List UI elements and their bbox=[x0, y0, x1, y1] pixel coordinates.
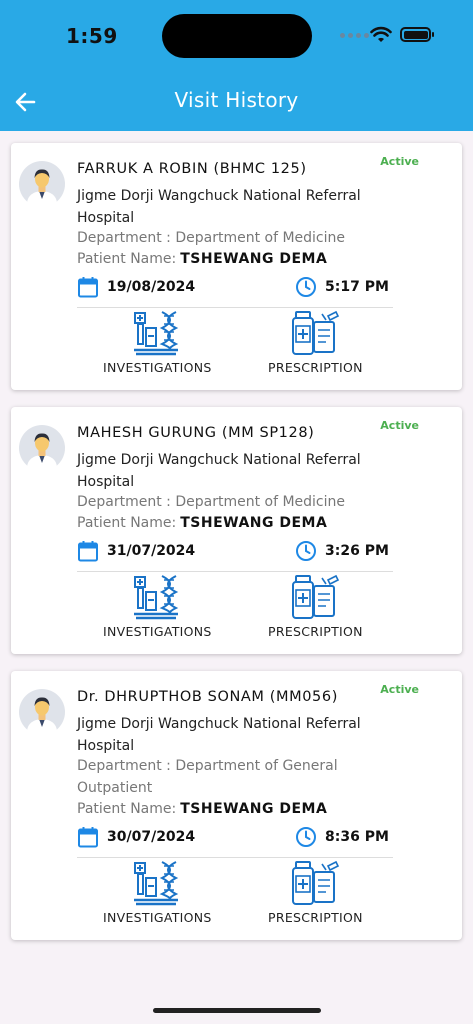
visit-date: 30/07/2024 bbox=[77, 826, 195, 848]
app-header: 1:59 Visit History bbox=[0, 0, 473, 131]
patient-prefix: Patient Name: bbox=[77, 801, 177, 817]
doctor-avatar-icon bbox=[19, 689, 65, 735]
hospital-name: Jigme Dorji Wangchuck National Referral … bbox=[77, 188, 361, 226]
clock-icon bbox=[296, 277, 316, 297]
visit-card[interactable]: Active MAHESH GURUNG (MM SP128) Jigme Do… bbox=[11, 407, 462, 654]
doctor-name: Dr. DHRUPTHOB SONAM (MM056) bbox=[77, 689, 338, 705]
prescription-label: PRESCRIPTION bbox=[268, 624, 363, 639]
time-text: 3:26 PM bbox=[325, 543, 389, 559]
doctor-avatar-icon bbox=[19, 425, 65, 471]
investigations-button[interactable]: INVESTIGATIONS bbox=[103, 310, 212, 375]
prescription-button[interactable]: PRESCRIPTION bbox=[268, 860, 363, 925]
investigations-button[interactable]: INVESTIGATIONS bbox=[103, 860, 212, 925]
department: Department : Department of Medicine bbox=[77, 491, 397, 513]
visit-datetime: 31/07/2024 3:26 PM bbox=[77, 540, 393, 566]
prescription-button[interactable]: PRESCRIPTION bbox=[268, 574, 363, 639]
investigations-button[interactable]: INVESTIGATIONS bbox=[103, 574, 212, 639]
department-prefix: Department : bbox=[77, 494, 176, 510]
lab-dna-icon bbox=[134, 861, 179, 906]
dynamic-island bbox=[162, 14, 312, 58]
visit-datetime: 30/07/2024 8:36 PM bbox=[77, 826, 393, 852]
calendar-icon bbox=[78, 541, 98, 562]
visit-time: 8:36 PM bbox=[295, 826, 389, 848]
investigations-label: INVESTIGATIONS bbox=[103, 624, 212, 639]
time-text: 5:17 PM bbox=[325, 279, 389, 295]
time-text: 8:36 PM bbox=[325, 829, 389, 845]
divider bbox=[77, 307, 393, 308]
patient-name: Patient Name: TSHEWANG DEMA bbox=[77, 515, 327, 531]
wifi-icon bbox=[370, 26, 392, 42]
patient-name: Patient Name: TSHEWANG DEMA bbox=[77, 251, 327, 267]
clock-icon bbox=[296, 541, 316, 561]
department-value: Department of Medicine bbox=[175, 494, 345, 510]
prescription-icon bbox=[292, 860, 340, 905]
department-prefix: Department : bbox=[77, 758, 176, 774]
lab-dna-icon bbox=[134, 575, 179, 620]
prescription-button[interactable]: PRESCRIPTION bbox=[268, 310, 363, 375]
calendar-icon bbox=[78, 827, 98, 848]
department-prefix: Department : bbox=[77, 230, 176, 246]
status-badge: Active bbox=[380, 155, 419, 168]
patient-name: Patient Name: TSHEWANG DEMA bbox=[77, 801, 327, 817]
visit-card[interactable]: Active FARRUK A ROBIN (BHMC 125) Jigme D… bbox=[11, 143, 462, 390]
lab-dna-icon bbox=[134, 311, 179, 356]
doctor-avatar-icon bbox=[19, 161, 65, 207]
hospital-name: Jigme Dorji Wangchuck National Referral … bbox=[77, 452, 361, 490]
visit-time: 5:17 PM bbox=[295, 276, 389, 298]
patient-name-value: TSHEWANG DEMA bbox=[180, 251, 328, 267]
status-time: 1:59 bbox=[66, 24, 118, 48]
date-text: 19/08/2024 bbox=[107, 279, 196, 295]
patient-name-value: TSHEWANG DEMA bbox=[180, 801, 328, 817]
divider bbox=[77, 857, 393, 858]
hospital-name: Jigme Dorji Wangchuck National Referral … bbox=[77, 716, 361, 754]
status-badge: Active bbox=[380, 683, 419, 696]
visit-datetime: 19/08/2024 5:17 PM bbox=[77, 276, 393, 302]
cellular-signal-icon bbox=[340, 33, 369, 38]
status-badge: Active bbox=[380, 419, 419, 432]
home-indicator[interactable] bbox=[153, 1008, 321, 1013]
department: Department : Department of General Outpa… bbox=[77, 755, 397, 799]
visit-date: 19/08/2024 bbox=[77, 276, 195, 298]
battery-icon bbox=[400, 27, 434, 42]
prescription-label: PRESCRIPTION bbox=[268, 910, 363, 925]
calendar-icon bbox=[78, 277, 98, 298]
date-text: 31/07/2024 bbox=[107, 543, 196, 559]
prescription-label: PRESCRIPTION bbox=[268, 360, 363, 375]
prescription-icon bbox=[292, 310, 340, 355]
patient-prefix: Patient Name: bbox=[77, 515, 177, 531]
doctor-name: FARRUK A ROBIN (BHMC 125) bbox=[77, 161, 307, 177]
prescription-icon bbox=[292, 574, 340, 619]
visit-time: 3:26 PM bbox=[295, 540, 389, 562]
visit-date: 31/07/2024 bbox=[77, 540, 195, 562]
department: Department : Department of Medicine bbox=[77, 227, 397, 249]
date-text: 30/07/2024 bbox=[107, 829, 196, 845]
investigations-label: INVESTIGATIONS bbox=[103, 360, 212, 375]
divider bbox=[77, 571, 393, 572]
patient-prefix: Patient Name: bbox=[77, 251, 177, 267]
department-value: Department of Medicine bbox=[175, 230, 345, 246]
visit-card[interactable]: Active Dr. DHRUPTHOB SONAM (MM056) Jigme… bbox=[11, 671, 462, 940]
patient-name-value: TSHEWANG DEMA bbox=[180, 515, 328, 531]
page-title: Visit History bbox=[174, 88, 299, 112]
doctor-name: MAHESH GURUNG (MM SP128) bbox=[77, 425, 315, 441]
clock-icon bbox=[296, 827, 316, 847]
investigations-label: INVESTIGATIONS bbox=[103, 910, 212, 925]
